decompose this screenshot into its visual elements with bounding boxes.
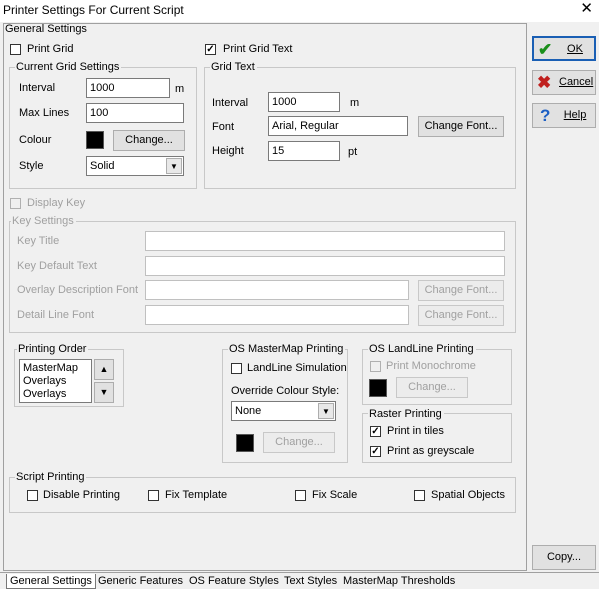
check-icon: ✔ xyxy=(538,40,553,59)
override-colour-style-value: None xyxy=(235,405,262,417)
spatial-objects-label: Spatial Objects xyxy=(431,489,505,501)
os-landline-legend: OS LandLine Printing xyxy=(368,343,476,356)
fix-template-checkbox[interactable] xyxy=(148,490,159,501)
grid-interval-input[interactable]: 1000 xyxy=(86,78,170,98)
print-monochrome-checkbox[interactable] xyxy=(370,361,381,372)
grid-interval-label: Interval xyxy=(19,82,56,94)
key-title-label: Key Title xyxy=(17,235,60,247)
key-title-input[interactable] xyxy=(145,231,505,251)
list-item[interactable]: Overlays xyxy=(23,388,66,401)
key-default-text-label: Key Default Text xyxy=(17,260,97,272)
tab-os-feature-styles[interactable]: OS Feature Styles xyxy=(186,574,282,589)
max-lines-label: Max Lines xyxy=(19,107,70,119)
spatial-objects-checkbox[interactable] xyxy=(414,490,425,501)
print-grid-label: Print Grid xyxy=(27,43,74,55)
mastermap-change-button[interactable]: Change... xyxy=(263,432,335,453)
display-key-checkbox[interactable] xyxy=(10,198,21,209)
print-monochrome-label: Print Monochrome xyxy=(386,360,476,372)
disable-printing-checkbox[interactable] xyxy=(27,490,38,501)
text-interval-input[interactable]: 1000 xyxy=(268,92,340,112)
grid-style-value: Solid xyxy=(90,160,115,172)
tab-strip: General Settings Generic Features OS Fea… xyxy=(0,572,599,589)
raster-printing-legend: Raster Printing xyxy=(368,408,444,421)
disable-printing-label: Disable Printing xyxy=(43,489,121,501)
close-icon[interactable]: ✕ xyxy=(580,1,593,17)
print-in-tiles-checkbox[interactable]: ✓ xyxy=(370,426,381,437)
printing-order-list[interactable]: MasterMap Overlays Overlays xyxy=(19,359,92,403)
overlay-desc-font-input[interactable] xyxy=(145,280,409,300)
grid-style-label: Style xyxy=(19,160,44,172)
mastermap-colour-swatch xyxy=(236,434,254,452)
override-colour-style-label: Override Colour Style: xyxy=(231,385,340,397)
tab-general-settings[interactable]: General Settings xyxy=(6,574,96,589)
grid-colour-swatch xyxy=(86,131,104,149)
ok-label: OK xyxy=(567,43,583,55)
x-icon: ✖ xyxy=(537,73,552,92)
key-settings-legend: Key Settings xyxy=(11,215,76,228)
help-label: Help xyxy=(563,109,587,121)
grid-text-legend: Grid Text xyxy=(210,61,257,74)
detail-change-font-button[interactable]: Change Font... xyxy=(418,305,504,326)
landline-simulation-checkbox[interactable] xyxy=(231,363,242,374)
copy-button[interactable]: Copy... xyxy=(532,545,596,570)
chevron-down-icon[interactable]: ▼ xyxy=(318,403,334,419)
question-icon: ? xyxy=(540,106,551,125)
window-title: Printer Settings For Current Script xyxy=(3,3,184,17)
grid-colour-change-button[interactable]: Change... xyxy=(113,130,185,151)
landline-simulation-label: LandLine Simulation xyxy=(247,362,347,374)
fix-scale-checkbox[interactable] xyxy=(295,490,306,501)
max-lines-input[interactable]: 100 xyxy=(86,103,184,123)
detail-line-font-input[interactable] xyxy=(145,305,409,325)
chevron-down-icon[interactable]: ▼ xyxy=(166,158,182,174)
fix-template-label: Fix Template xyxy=(165,489,228,501)
general-settings-legend: General Settings xyxy=(5,23,87,35)
grid-colour-label: Colour xyxy=(19,134,52,146)
arrow-up-icon: ▲ xyxy=(99,364,109,374)
grid-interval-unit: m xyxy=(175,83,185,95)
list-item[interactable]: MasterMap xyxy=(23,362,78,375)
font-input[interactable]: Arial, Regular xyxy=(268,116,408,136)
font-label: Font xyxy=(212,121,235,133)
print-as-greyscale-label: Print as greyscale xyxy=(387,445,475,457)
tab-generic-features[interactable]: Generic Features xyxy=(95,574,186,589)
landline-change-button[interactable]: Change... xyxy=(396,377,468,398)
landline-colour-swatch xyxy=(369,379,387,397)
overlay-desc-font-label: Overlay Description Font xyxy=(17,284,139,296)
print-in-tiles-label: Print in tiles xyxy=(387,425,444,437)
height-input[interactable]: 15 xyxy=(268,141,340,161)
cancel-button[interactable]: ✖ Cancel xyxy=(532,70,596,95)
tab-text-styles[interactable]: Text Styles xyxy=(281,574,340,589)
display-key-label: Display Key xyxy=(27,197,86,209)
list-item[interactable]: Overlays xyxy=(23,375,66,388)
arrow-down-icon: ▼ xyxy=(99,387,109,397)
text-interval-unit: m xyxy=(350,97,360,109)
print-grid-text-label: Print Grid Text xyxy=(223,43,293,55)
override-colour-style-select[interactable]: None ▼ xyxy=(231,401,336,421)
cancel-label: Cancel xyxy=(559,76,594,88)
grid-text-change-font-button[interactable]: Change Font... xyxy=(418,116,504,137)
detail-line-font-label: Detail Line Font xyxy=(17,309,95,321)
os-mastermap-legend: OS MasterMap Printing xyxy=(228,343,346,356)
print-as-greyscale-checkbox[interactable]: ✓ xyxy=(370,446,381,457)
text-interval-label: Interval xyxy=(212,97,249,109)
move-up-button[interactable]: ▲ xyxy=(94,359,114,380)
overlay-change-font-button[interactable]: Change Font... xyxy=(418,280,504,301)
move-down-button[interactable]: ▼ xyxy=(94,382,114,403)
height-unit: pt xyxy=(348,146,358,158)
help-button[interactable]: ? Help xyxy=(532,103,596,128)
print-grid-checkbox[interactable] xyxy=(10,44,21,55)
title-bar: Printer Settings For Current Script ✕ xyxy=(0,0,599,22)
grid-style-select[interactable]: Solid ▼ xyxy=(86,156,184,176)
height-label: Height xyxy=(212,145,244,157)
print-grid-text-checkbox[interactable]: ✓ xyxy=(205,44,216,55)
script-printing-legend: Script Printing xyxy=(15,471,87,484)
tab-mastermap-thresholds[interactable]: MasterMap Thresholds xyxy=(340,574,458,589)
fix-scale-label: Fix Scale xyxy=(312,489,358,501)
current-grid-legend: Current Grid Settings xyxy=(15,61,122,74)
printing-order-legend: Printing Order xyxy=(17,343,89,356)
key-default-text-input[interactable] xyxy=(145,256,505,276)
ok-button[interactable]: ✔ OK xyxy=(532,36,596,61)
